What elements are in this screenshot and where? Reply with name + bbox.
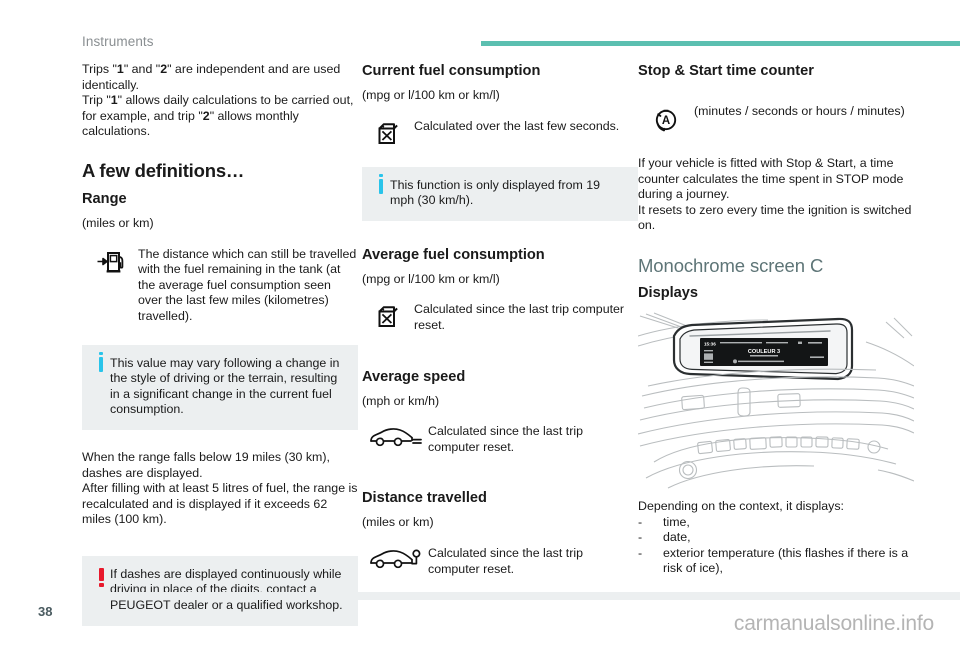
average-speed-definition-row: Calculated since the last trip computer … (362, 422, 638, 455)
car-distance-icon (362, 544, 428, 572)
distance-description: Calculated since the last trip computer … (428, 545, 583, 576)
subsection-title-stop-start: Stop & Start time counter (638, 63, 814, 79)
current-fuel-description: Calculated over the last few seconds. (414, 118, 620, 133)
stop-start-unit: (minutes / seconds or hours / minutes) (694, 104, 905, 118)
note-info-current-fuel-text: This function is only displayed from 19 … (390, 177, 601, 208)
range-body-paragraph-1: When the range falls below 19 miles (30 … (82, 449, 330, 480)
note-warning-range: If dashes are displayed continuously whi… (82, 555, 358, 626)
stop-start-paragraph-2: It resets to zero every time the ignitio… (638, 202, 912, 233)
info-mark-icon (372, 173, 390, 194)
note-info-current-fuel: This function is only displayed from 19 … (362, 166, 638, 221)
column-left: Trips "1" and "2" are independent and ar… (82, 62, 358, 626)
average-speed-description: Calculated since the last trip computer … (428, 424, 583, 454)
svg-text:A: A (662, 115, 670, 127)
stop-start-a-icon: A (638, 102, 694, 134)
monochrome-display-list: - time, - date, - exterior temperature (thi… (638, 515, 914, 577)
screen-time: 15:36 (704, 342, 716, 347)
subsection-title-average-fuel: Average fuel consumption (362, 246, 545, 263)
jerrycan-cross-icon (362, 300, 414, 330)
jerrycan-cross-icon (362, 117, 414, 147)
column-right: Stop & Start time counter A (minutes / s… (637, 62, 915, 577)
header-rule (481, 41, 960, 46)
average-speed-unit: (mph or km/h) (362, 393, 440, 408)
note-info-range: This value may vary following a change i… (82, 344, 358, 430)
intro-paragraph-1: Trips "1" and "2" are independent and ar… (82, 62, 341, 92)
subsection-title-distance: Distance travelled (362, 490, 487, 507)
range-body-paragraph-2: After filling with at least 5 litres of … (82, 481, 358, 527)
note-info-range-text: This value may vary following a change i… (110, 355, 340, 417)
average-fuel-unit: (mpg or l/100 km or km/l) (362, 271, 500, 286)
dashboard-monochrome-screen-illustration: 15:36 COULEUR 3 (637, 312, 915, 489)
list-item: - time, (638, 515, 914, 531)
list-item: - date, (638, 530, 914, 546)
list-item: - exterior temperature (this flashes if t… (638, 546, 914, 577)
subsection-title-current-fuel: Current fuel consumption (362, 63, 541, 79)
average-fuel-description: Calculated since the last trip computer … (414, 302, 625, 332)
warning-mark-icon (92, 567, 110, 587)
range-unit: (miles or km) (82, 215, 154, 230)
subsection-title-displays: Displays (638, 284, 699, 301)
car-average-speed-icon (362, 422, 428, 450)
info-mark-icon (92, 351, 110, 372)
subsection-title-range: Range (82, 190, 127, 207)
note-warning-range-text: If dashes are displayed continuously whi… (110, 566, 343, 613)
list-dash: - (638, 514, 643, 529)
current-fuel-unit: (mpg or l/100 km or km/l) (362, 88, 500, 102)
intro-paragraph-2: Trip "1" allows daily calculations to be… (82, 93, 354, 139)
average-fuel-definition-row: Calculated since the last trip computer … (362, 300, 638, 333)
watermark: carmanualsonline.info (733, 612, 934, 635)
monochrome-intro: Depending on the context, it displays: (638, 498, 844, 513)
distance-unit: (miles or km) (362, 515, 434, 530)
footer-band (85, 592, 960, 600)
fuel-pump-arrow-icon (82, 245, 138, 277)
section-title-definitions: A few definitions… (82, 159, 245, 181)
stop-start-definition-row: A (minutes / seconds or hours / minutes) (638, 102, 914, 134)
section-title-monochrome: Monochrome screen C (638, 254, 824, 276)
screen-radio-label: COULEUR 3 (748, 349, 780, 355)
page-number: 38 (38, 604, 53, 619)
distance-definition-row: Calculated since the last trip computer … (362, 544, 638, 577)
range-description: The distance which can still be travelle… (138, 246, 357, 323)
current-fuel-definition-row: Calculated over the last few seconds. (362, 117, 638, 147)
subsection-title-average-speed: Average speed (362, 368, 466, 385)
column-middle: Current fuel consumption (mpg or l/100 k… (362, 62, 638, 577)
list-item-label: exterior temperature (this flashes if th… (663, 545, 909, 576)
range-definition-row: The distance which can still be travelle… (82, 245, 358, 325)
chapter-title: Instruments (82, 34, 154, 49)
page-header: Instruments (0, 0, 960, 56)
list-item-label: date, (663, 530, 691, 545)
list-item-label: time, (663, 514, 690, 529)
list-dash: - (638, 530, 643, 545)
stop-start-paragraph-1: If your vehicle is fitted with Stop & St… (638, 156, 904, 202)
list-dash: - (638, 545, 643, 560)
